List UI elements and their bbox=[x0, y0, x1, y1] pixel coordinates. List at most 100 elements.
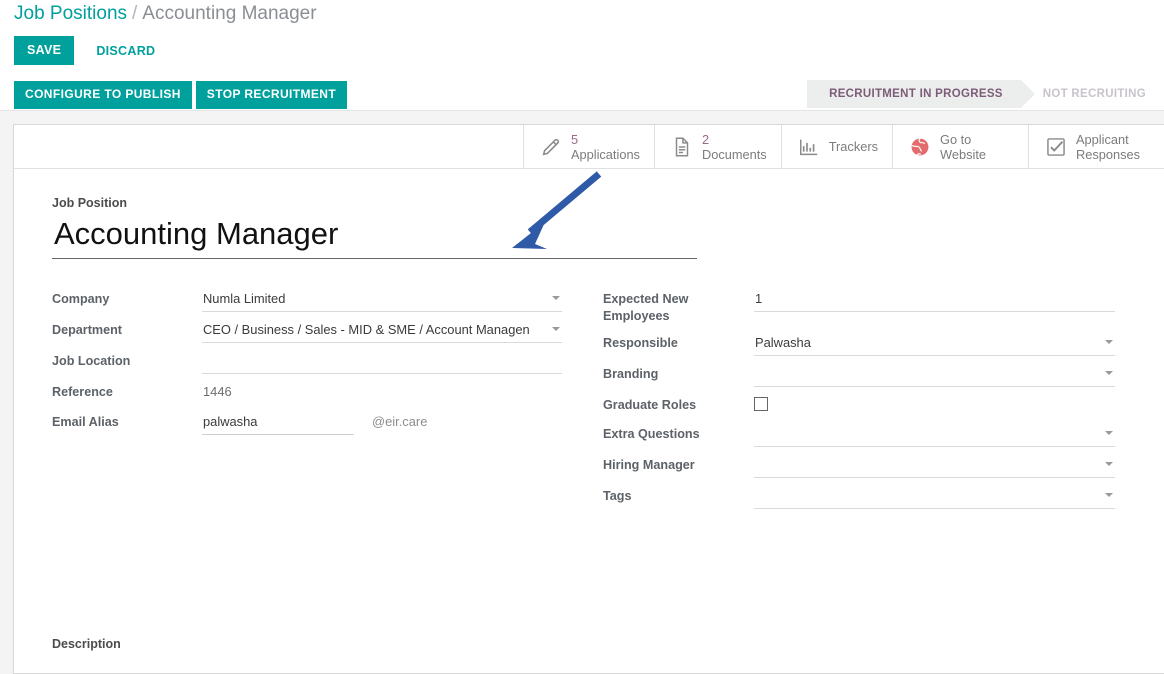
field-branding: Branding bbox=[603, 363, 1115, 387]
department-chevron-down-icon[interactable] bbox=[552, 327, 560, 331]
field-extra-questions-label: Extra Questions bbox=[603, 427, 700, 441]
control-panel-buttons: CONFIGURE TO PUBLISH STOP RECRUITMENT bbox=[14, 81, 348, 109]
field-tags-label: Tags bbox=[603, 489, 632, 503]
smart-button-go-to-website-text: Go to Website bbox=[940, 132, 1014, 162]
field-hiring-manager: Hiring Manager bbox=[603, 454, 1115, 478]
field-extra-questions-value bbox=[754, 423, 1115, 447]
field-reference: Reference bbox=[52, 381, 562, 404]
field-job-location-value bbox=[202, 350, 562, 374]
field-graduate-roles: Graduate Roles bbox=[603, 394, 1115, 416]
documents-label: Documents bbox=[701, 146, 767, 162]
tags-chevron-down-icon[interactable] bbox=[1105, 493, 1113, 497]
breadcrumb-root-link[interactable]: Job Positions bbox=[14, 3, 127, 24]
document-icon bbox=[671, 136, 693, 158]
smart-button-documents[interactable]: 2 Documents bbox=[653, 125, 781, 168]
field-responsible: Responsible bbox=[603, 332, 1115, 356]
smart-button-go-to-website[interactable]: Go to Website bbox=[892, 125, 1028, 168]
tags-input[interactable] bbox=[754, 485, 1115, 509]
breadcrumb-current: Accounting Manager bbox=[142, 3, 317, 24]
field-branding-value bbox=[754, 363, 1115, 387]
smart-button-applicant-responses-text: Applicant Responses bbox=[1076, 132, 1150, 162]
field-job-location-label: Job Location bbox=[52, 354, 131, 368]
smart-button-applications-text: 5 Applications bbox=[571, 132, 640, 162]
field-email-alias-label: Email Alias bbox=[52, 415, 119, 429]
applications-label: Applications bbox=[570, 146, 640, 162]
field-responsible-label: Responsible bbox=[603, 336, 678, 350]
company-chevron-down-icon[interactable] bbox=[552, 296, 560, 300]
field-company-label: Company bbox=[52, 292, 110, 306]
field-job-location: Job Location bbox=[52, 350, 562, 374]
bar-chart-icon bbox=[798, 136, 820, 158]
status-step-not-recruiting[interactable]: NOT RECRUITING bbox=[1021, 80, 1164, 108]
hiring-manager-chevron-down-icon[interactable] bbox=[1105, 462, 1113, 466]
responsible-input[interactable] bbox=[754, 332, 1115, 356]
page-title-label: Job Position bbox=[52, 196, 127, 210]
field-email-alias-value: @eir.care bbox=[202, 411, 562, 435]
field-department-label: Department bbox=[52, 323, 122, 337]
field-department-value bbox=[202, 319, 562, 343]
field-branding-label: Branding bbox=[603, 367, 659, 381]
field-graduate-roles-label: Graduate Roles bbox=[603, 398, 697, 412]
email-alias-input[interactable] bbox=[202, 411, 354, 435]
go-to-website-label: Go to Website bbox=[940, 131, 986, 162]
field-department: Department bbox=[52, 319, 562, 343]
smart-button-row: 5 Applications 2 Documents Trackers Go t… bbox=[14, 125, 1164, 169]
field-responsible-value bbox=[754, 332, 1115, 356]
description-label: Description bbox=[52, 637, 121, 651]
status-step-recruitment-in-progress[interactable]: RECRUITMENT IN PROGRESS bbox=[807, 80, 1035, 108]
form-column-right: Expected New Employees Responsible Brand… bbox=[603, 288, 1115, 516]
extra-questions-input[interactable] bbox=[754, 423, 1115, 447]
field-reference-label: Reference bbox=[52, 385, 113, 399]
field-graduate-roles-value bbox=[754, 394, 1115, 416]
extra-questions-chevron-down-icon[interactable] bbox=[1105, 431, 1113, 435]
applicant-responses-label: Applicant Responses bbox=[1076, 131, 1141, 162]
expected-new-employees-input[interactable] bbox=[754, 288, 1115, 312]
field-hiring-manager-label: Hiring Manager bbox=[603, 458, 695, 472]
discard-button[interactable]: DISCARD bbox=[84, 36, 167, 66]
configure-to-publish-button[interactable]: CONFIGURE TO PUBLISH bbox=[14, 81, 192, 109]
globe-icon bbox=[909, 136, 931, 158]
record-action-bar: SAVE DISCARD bbox=[14, 36, 167, 65]
smart-button-trackers[interactable]: Trackers bbox=[780, 125, 892, 168]
reference-input bbox=[202, 381, 562, 404]
field-expected-new-employees-value bbox=[754, 288, 1115, 312]
field-company-value bbox=[202, 288, 562, 312]
job-location-input[interactable] bbox=[202, 350, 562, 374]
stop-recruitment-button[interactable]: STOP RECRUITMENT bbox=[195, 81, 348, 109]
department-input[interactable] bbox=[202, 319, 562, 343]
title-block: Job Position bbox=[52, 195, 697, 259]
field-hiring-manager-value bbox=[754, 454, 1115, 478]
trackers-label: Trackers bbox=[828, 139, 878, 154]
form-column-left: Company Department Job Location bbox=[52, 288, 562, 442]
job-position-name-input[interactable] bbox=[52, 214, 697, 259]
applications-count: 5 bbox=[570, 131, 579, 147]
branding-chevron-down-icon[interactable] bbox=[1105, 371, 1113, 375]
smart-button-applicant-responses[interactable]: Applicant Responses bbox=[1028, 125, 1164, 168]
breadcrumb-separator: / bbox=[132, 3, 138, 24]
graduate-roles-checkbox[interactable] bbox=[754, 397, 768, 411]
smart-button-documents-text: 2 Documents bbox=[702, 132, 767, 162]
email-alias-domain: @eir.care bbox=[372, 414, 428, 429]
job-position-form-page: Job Positions / Accounting Manager SAVE DIS… bbox=[0, 0, 1164, 674]
breadcrumb: Job Positions / Accounting Manager bbox=[14, 2, 317, 26]
field-tags: Tags bbox=[603, 485, 1115, 509]
field-company: Company bbox=[52, 288, 562, 312]
field-tags-value bbox=[754, 485, 1115, 509]
field-expected-new-employees: Expected New Employees bbox=[603, 288, 1115, 325]
status-pipeline: RECRUITMENT IN PROGRESS NOT RECRUITING bbox=[807, 80, 1164, 108]
field-expected-new-employees-label: Expected New Employees bbox=[603, 292, 689, 323]
checkbox-check-icon bbox=[1045, 136, 1067, 158]
company-input[interactable] bbox=[202, 288, 562, 312]
save-button[interactable]: SAVE bbox=[14, 36, 75, 65]
control-panel: CONFIGURE TO PUBLISH STOP RECRUITMENT REC… bbox=[0, 76, 1164, 111]
field-reference-value bbox=[202, 381, 562, 404]
field-extra-questions: Extra Questions bbox=[603, 423, 1115, 447]
smart-button-trackers-text: Trackers bbox=[829, 139, 878, 154]
form-sheet: 5 Applications 2 Documents Trackers Go t… bbox=[13, 124, 1164, 674]
pencil-icon bbox=[540, 136, 562, 158]
smart-button-applications[interactable]: 5 Applications bbox=[522, 125, 654, 168]
branding-input[interactable] bbox=[754, 363, 1115, 387]
field-email-alias: Email Alias @eir.care bbox=[52, 411, 562, 435]
hiring-manager-input[interactable] bbox=[754, 454, 1115, 478]
responsible-chevron-down-icon[interactable] bbox=[1105, 340, 1113, 344]
